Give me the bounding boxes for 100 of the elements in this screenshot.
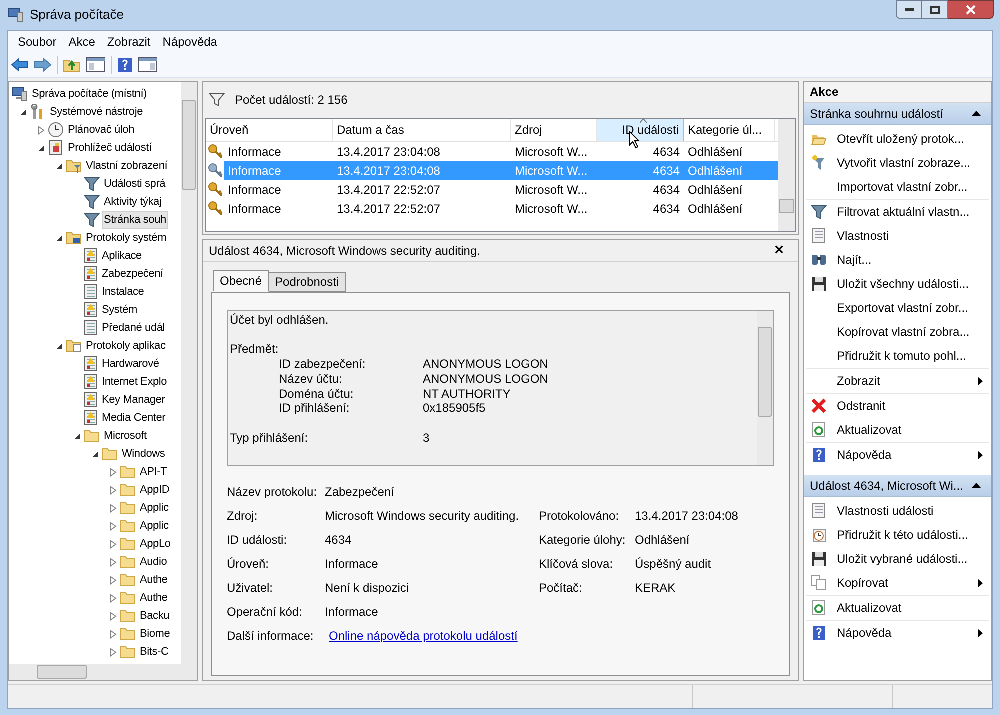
minimize-button[interactable] — [896, 0, 922, 19]
funnel-icon — [84, 176, 100, 192]
close-button[interactable] — [948, 0, 994, 19]
tree-item[interactable]: Události sprá — [102, 175, 168, 193]
table-cell-text: Informace — [227, 182, 282, 198]
folder-icon — [120, 464, 136, 480]
action-item[interactable]: Vytvořit vlastní zobraze... — [806, 151, 989, 175]
action-item[interactable]: Nápověda — [806, 621, 989, 645]
tree-item[interactable]: Protokoly systém — [84, 229, 169, 247]
tree-item[interactable]: Windows — [120, 445, 168, 463]
action-item[interactable]: Kopírovat vlastní zobra... — [806, 320, 989, 344]
tree-item[interactable]: Předané udál — [100, 319, 168, 337]
tree-item[interactable]: Authe — [138, 589, 170, 607]
help-icon — [811, 625, 827, 641]
action-item[interactable]: Nápověda — [806, 443, 989, 467]
table-row[interactable]: Informace 13.4.2017 22:52:07 Microsoft W... 4634 Odhlášení — [224, 199, 778, 218]
collapse-arrow-icon[interactable] — [38, 144, 45, 152]
collapse-arrow-icon[interactable] — [92, 450, 99, 458]
tree-item[interactable]: Key Manager — [100, 391, 168, 409]
collapse-arrow-icon[interactable] — [56, 234, 63, 242]
action-item[interactable]: Zobrazit — [806, 369, 989, 393]
tree-item[interactable]: Applic — [138, 517, 171, 535]
tree-item[interactable]: Systém — [100, 301, 140, 319]
tree-item[interactable]: AppLo — [138, 535, 173, 553]
column-header[interactable]: Kategorie úl... — [684, 119, 775, 141]
collapse-arrow-icon[interactable] — [56, 162, 63, 170]
section-header[interactable]: Stránka souhrnu událostí — [804, 103, 991, 125]
column-header[interactable]: Datum a čas — [333, 119, 511, 141]
expand-arrow-icon[interactable] — [38, 126, 45, 134]
scrollbar[interactable] — [778, 119, 795, 231]
tree-item[interactable]: Backu — [138, 607, 172, 625]
table-cell-text: Informace — [227, 144, 282, 160]
tree-item[interactable]: Authe — [138, 571, 170, 589]
description-text: Předmět: — [230, 342, 280, 358]
action-item[interactable]: Najít... — [806, 248, 989, 272]
table-row[interactable]: Informace 13.4.2017 22:52:07 Microsoft W... 4634 Odhlášení — [224, 180, 778, 199]
window-title: Správa počítače — [30, 6, 124, 24]
menu-item[interactable]: Zobrazit — [101, 32, 157, 50]
action-item[interactable]: Uložit všechny události... — [806, 272, 989, 296]
action-item[interactable]: Odstranit — [806, 394, 989, 418]
tab[interactable]: Obecné — [213, 270, 270, 292]
forward-arrow-icon[interactable] — [34, 56, 52, 72]
action-item[interactable]: Importovat vlastní zobr... — [806, 175, 989, 199]
table-row[interactable]: Informace 13.4.2017 23:04:08 Microsoft W... 4634 Odhlášení — [224, 142, 778, 161]
tree-item[interactable]: Zabezpečení — [100, 265, 166, 283]
maximize-button[interactable] — [922, 0, 948, 19]
tree-item[interactable]: Systémové nástroje — [48, 103, 145, 121]
panel-icon[interactable] — [138, 56, 158, 72]
tree-item[interactable]: Protokoly aplikac — [84, 337, 168, 355]
tree-item[interactable]: Aplikace — [100, 247, 144, 265]
tree-item[interactable]: Media Center — [100, 409, 168, 427]
collapse-arrow-icon — [972, 483, 981, 488]
panel-icon[interactable] — [86, 56, 106, 72]
tree-item[interactable]: Audio — [138, 553, 170, 571]
tree-item[interactable]: Prohlížeč událostí — [66, 139, 154, 157]
action-item[interactable]: Uložit vybrané události... — [806, 547, 989, 571]
tree-item[interactable]: Aktivity týkaj — [102, 193, 164, 211]
scrollbar[interactable] — [9, 664, 197, 680]
tree-item[interactable]: Plánovač úloh — [66, 121, 137, 139]
column-header[interactable]: Úroveň — [206, 119, 333, 141]
action-item[interactable]: Otevřít uložený protok... — [806, 127, 989, 151]
action-item[interactable]: Kopírovat — [806, 571, 989, 595]
tree-item[interactable]: Správa počítače (místní) — [30, 85, 150, 103]
close-button[interactable]: × — [774, 242, 792, 258]
menu-item[interactable]: Nápověda — [156, 32, 224, 50]
tree-item[interactable]: Internet Explo — [100, 373, 170, 391]
action-item[interactable]: Aktualizovat — [806, 596, 989, 620]
scrollbar[interactable] — [757, 311, 773, 465]
menu-item[interactable]: Akce — [62, 32, 102, 50]
tree-item[interactable]: Vlastní zobrazení — [84, 157, 170, 175]
property-value: Není k dispozici — [325, 580, 410, 597]
tree-item[interactable]: Hardwarové — [100, 355, 162, 373]
help-icon[interactable] — [117, 56, 133, 72]
collapse-arrow-icon[interactable] — [74, 432, 81, 440]
menu-item[interactable]: Soubor — [12, 32, 63, 50]
tree-item[interactable]: Instalace — [100, 283, 146, 301]
collapse-arrow-icon[interactable] — [20, 108, 27, 116]
tree-item[interactable]: Stránka souh — [102, 211, 168, 229]
tree-item[interactable]: Microsoft — [102, 427, 149, 445]
action-item[interactable]: Exportovat vlastní zobr... — [806, 296, 989, 320]
tree-item[interactable]: Bits-C — [138, 643, 171, 661]
tab[interactable]: Podrobnosti — [269, 272, 346, 292]
help-link[interactable]: Online nápověda protokolu událostí — [329, 627, 518, 645]
scrollbar[interactable] — [181, 82, 197, 664]
back-arrow-icon[interactable] — [11, 56, 29, 72]
action-item[interactable]: Vlastnosti události — [806, 499, 989, 523]
action-item[interactable]: Aktualizovat — [806, 418, 989, 442]
action-item[interactable]: Přidružit k této události... — [806, 523, 989, 547]
tree-item[interactable]: AppID — [138, 481, 172, 499]
action-item[interactable]: Přidružit k tomuto pohl... — [806, 344, 989, 368]
action-item[interactable]: Filtrovat aktuální vlastn... — [806, 200, 989, 224]
action-item[interactable]: Vlastnosti — [806, 224, 989, 248]
tree-item[interactable]: Applic — [138, 499, 171, 517]
submenu-arrow-icon — [978, 578, 983, 588]
close-icon — [966, 4, 976, 14]
computer-icon — [8, 7, 24, 23]
tree-item[interactable]: Biome — [138, 625, 172, 643]
tree-item[interactable]: API-T — [138, 463, 170, 481]
section-header[interactable]: Událost 4634, Microsoft Wi... — [804, 475, 991, 497]
collapse-arrow-icon[interactable] — [56, 342, 63, 350]
